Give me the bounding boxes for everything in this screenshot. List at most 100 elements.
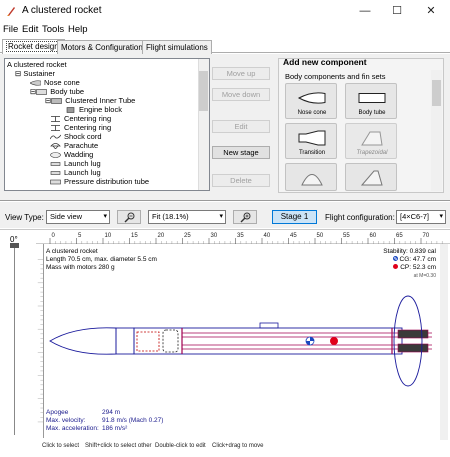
add-nose-cone-button[interactable]: Nose cone <box>285 83 337 119</box>
tree-item-centering-ring[interactable]: Centering ring <box>50 123 111 132</box>
move-down-button[interactable]: Move down <box>212 88 270 101</box>
ruler-label: 65 <box>396 233 403 239</box>
rocket-side-view[interactable] <box>40 290 440 400</box>
inner-tube-icon <box>51 98 63 104</box>
status-hint: Click to select <box>42 443 80 449</box>
elliptical-fin-icon <box>301 174 323 186</box>
tree-item-shock-cord[interactable]: Shock cord <box>50 132 102 141</box>
ruler-label: 60 <box>370 233 377 239</box>
zoom-in-button[interactable] <box>233 210 257 224</box>
apogee-value: 294 m <box>102 409 121 416</box>
edit-button[interactable]: Edit <box>212 120 270 133</box>
add-component-subtitle: Body components and fin sets <box>285 72 386 81</box>
max-velocity-label: Max. velocity: <box>46 417 86 424</box>
flight-summary: Apogee 294 m Max. velocity: 91.8 m/s (Mach… <box>46 409 163 433</box>
delete-button[interactable]: Delete <box>212 174 270 187</box>
freeform-fin-icon <box>360 170 383 186</box>
ruler-label: 5 <box>78 233 82 239</box>
add-component-title: Add new component <box>283 57 367 67</box>
stage-1-button[interactable]: Stage 1 <box>272 210 317 224</box>
ruler-label: 35 <box>237 233 244 239</box>
zoom-out-button[interactable] <box>117 210 141 224</box>
move-up-button[interactable]: Move up <box>212 67 270 80</box>
menu-file[interactable]: File <box>3 24 18 35</box>
chevron-down-icon: ▾ <box>103 213 107 220</box>
rocket-body[interactable] <box>49 295 432 387</box>
rocket-mass: Mass with motors 280 g <box>46 264 115 271</box>
max-velocity-value: 91.8 m/s (Mach 0.27) <box>102 417 164 424</box>
menu-edit[interactable]: Edit <box>22 24 38 35</box>
tab-motors-configuration[interactable]: Motors & Configuration <box>57 40 147 54</box>
max-acceleration-value: 186 m/s² <box>102 425 128 432</box>
cp-value: CP: 52.3 cm <box>400 264 436 271</box>
flight-config-select[interactable]: [4×C6-7] ▾ <box>396 210 446 224</box>
tab-rocket-design[interactable]: Rocket design <box>2 39 65 54</box>
body-tube-icon <box>36 89 48 95</box>
add-elliptical-fin-button[interactable] <box>285 163 337 191</box>
add-body-tube-button[interactable]: Body tube <box>345 83 397 119</box>
menu-help[interactable]: Help <box>68 24 88 35</box>
nose-cone-icon <box>298 92 326 104</box>
tube-icon <box>50 179 61 185</box>
add-transition-button[interactable]: Transition <box>285 123 337 159</box>
apogee-label: Apogee <box>46 409 69 416</box>
rotation-slider-track[interactable] <box>14 247 15 435</box>
status-hint: Shift+click to select other <box>85 443 152 449</box>
rotation-slider-handle[interactable] <box>10 243 19 248</box>
nose-shoulder-shape <box>115 327 135 355</box>
tree-item-rocket[interactable]: A clustered rocket <box>7 60 67 69</box>
centering-ring-icon <box>51 125 60 131</box>
tree-item-sustainer[interactable]: ⊟ Sustainer <box>15 69 55 78</box>
tree-item-engine-block[interactable]: Engine block <box>65 105 122 114</box>
tree-item-pressure-tube[interactable]: Pressure distribution tube <box>50 177 149 186</box>
component-label: Nose cone <box>297 110 327 116</box>
tree-item-nose-cone[interactable]: Nose cone <box>30 78 80 87</box>
ruler-label: 40 <box>264 233 271 239</box>
rocket-name: A clustered rocket <box>46 248 98 255</box>
component-tree[interactable]: A clustered rocket ⊟ Sustainer Nose cone… <box>4 58 210 191</box>
stability-value: Stability: 0.839 cal <box>383 248 436 255</box>
component-label: Transition <box>298 150 326 156</box>
tree-item-centering-ring[interactable]: Centering ring <box>50 114 111 123</box>
zoom-out-icon <box>124 212 135 223</box>
tree-item-wadding[interactable]: Wadding <box>50 150 93 159</box>
tree-item-launch-lug[interactable]: Launch lug <box>50 159 101 168</box>
menu-tools[interactable]: Tools <box>42 24 64 35</box>
tree-item-body-tube[interactable]: ⊟ Body tube <box>30 87 84 96</box>
flight-config-label: Flight configuration: <box>325 213 395 222</box>
rocket-app-icon <box>7 7 15 16</box>
tab-flight-simulations[interactable]: Flight simulations <box>142 40 212 54</box>
component-label: Body tube <box>358 110 386 116</box>
mach-value: at M=0.30 <box>413 273 436 279</box>
body-tube-icon <box>358 93 386 103</box>
maximize-button[interactable]: ☐ <box>382 2 412 20</box>
new-stage-button[interactable]: New stage <box>212 146 270 159</box>
view-type-select[interactable]: Side view ▾ <box>46 210 110 224</box>
zoom-select[interactable]: Fit (18.1%) ▾ <box>148 210 226 224</box>
minimize-button[interactable]: — <box>350 2 380 20</box>
tree-item-inner-tube[interactable]: ⊟ Clustered Inner Tube <box>45 96 135 105</box>
tree-item-launch-lug[interactable]: Launch lug <box>50 168 101 177</box>
ruler-label: 20 <box>158 233 165 239</box>
figure-scrollbar[interactable] <box>440 244 448 440</box>
ruler-label: 50 <box>317 233 324 239</box>
ruler-label: 15 <box>131 233 138 239</box>
ruler-label: 30 <box>211 233 218 239</box>
tree-item-parachute[interactable]: Parachute <box>50 141 98 150</box>
tree-scrollbar-thumb[interactable] <box>199 71 208 111</box>
status-hint: Double-click to edit <box>155 443 206 449</box>
add-panel-scrollbar-thumb[interactable] <box>432 80 441 106</box>
ruler-label: 25 <box>184 233 191 239</box>
motor-shape <box>397 343 429 353</box>
add-trapezoidal-fin-button[interactable]: Trapezoidal <box>345 123 397 159</box>
body-tube-shape <box>133 327 403 355</box>
ruler-label: 55 <box>343 233 350 239</box>
stability-info: Stability: 0.839 cal CG: 47.7 cm CP: 52.… <box>383 248 436 280</box>
close-button[interactable]: ✕ <box>416 2 446 20</box>
transition-icon <box>298 130 326 146</box>
launch-lug-icon <box>50 162 61 166</box>
nose-cone-icon <box>30 80 41 86</box>
horizontal-ruler: 0 5 10 15 20 25 30 35 40 45 50 55 60 65 70 <box>36 233 450 244</box>
shock-cord-icon <box>50 134 61 140</box>
add-freeform-fin-button[interactable] <box>345 163 397 191</box>
